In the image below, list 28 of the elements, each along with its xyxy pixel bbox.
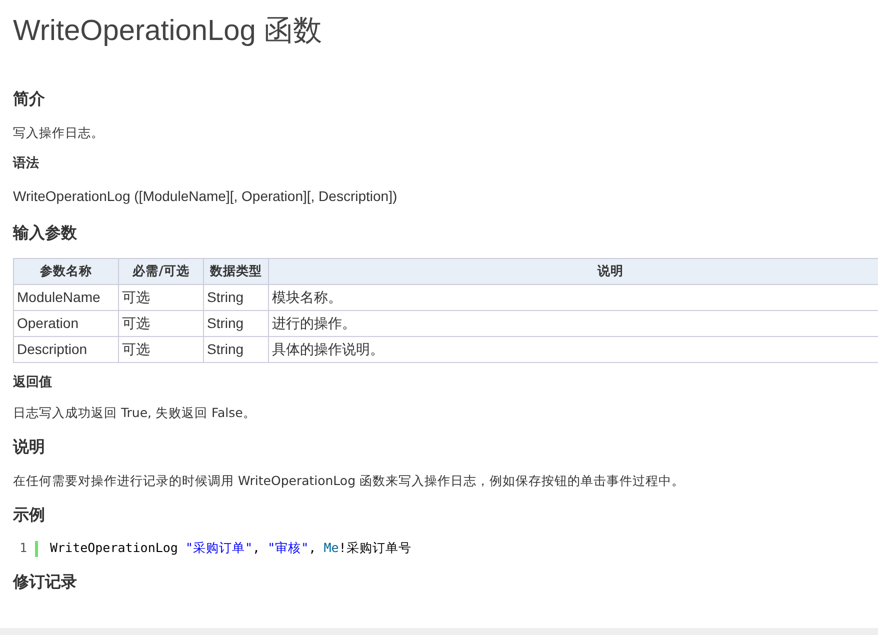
table-cell: Operation xyxy=(14,310,118,336)
section-heading: 示例 xyxy=(13,504,46,526)
section-heading: 说明 xyxy=(13,437,46,458)
table-cell: Description xyxy=(14,336,118,362)
section-heading: 修订记录 xyxy=(13,572,78,593)
table-cell: String xyxy=(204,284,268,310)
code-line: WriteOperationLog "采购订单", "审核", Me!采购订单号 xyxy=(50,539,412,558)
table-cell: String xyxy=(204,336,268,362)
table-cell: 可选 xyxy=(118,310,204,336)
line-number: 1 xyxy=(18,539,28,558)
column-header: 数据类型 xyxy=(204,258,268,284)
paragraph: 在任何需要对操作进行记录的时候调用 WriteOperationLog 函数来写入操作日志，例如保存按钮的单击事件过程中。 xyxy=(13,472,686,490)
paragraph: 写入操作日志。 xyxy=(13,124,105,142)
gutter-bar xyxy=(35,540,38,557)
table-cell: 可选 xyxy=(118,284,204,310)
page-title: WriteOperationLog 函数 xyxy=(13,14,323,49)
table-cell: String xyxy=(204,310,268,336)
section-heading: 输入参数 xyxy=(13,222,78,244)
column-header: 说明 xyxy=(268,258,878,284)
section-heading: 简介 xyxy=(13,88,46,110)
syntax-line: WriteOperationLog ([ModuleName][, Operation][, Description]) xyxy=(13,186,398,206)
paragraph: 日志写入成功返回 True, 失败返回 False。 xyxy=(13,404,257,422)
table-cell: 可选 xyxy=(118,336,204,362)
column-header: 必需/可选 xyxy=(118,258,204,284)
column-header: 参数名称 xyxy=(14,258,118,284)
subsection-heading: 返回值 xyxy=(13,374,53,390)
subsection-heading: 语法 xyxy=(13,156,40,172)
table-cell: ModuleName xyxy=(14,284,118,310)
